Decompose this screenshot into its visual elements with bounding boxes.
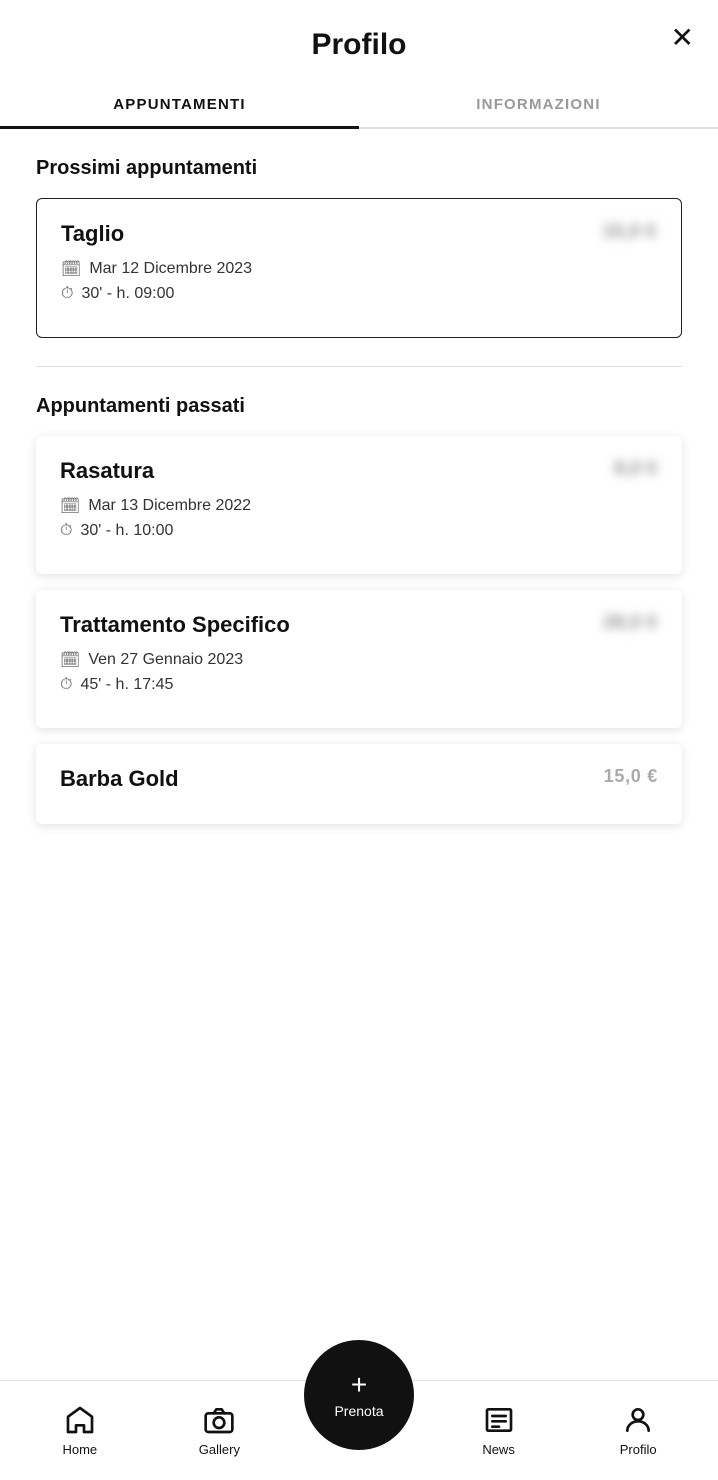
card-header-1: Trattamento Specifico 28,0 € [60, 612, 658, 638]
tab-informazioni[interactable]: INFORMAZIONI [359, 78, 718, 127]
calendar-icon-1: 🗓 [60, 650, 80, 670]
nav-item-news[interactable]: News [429, 1404, 569, 1457]
news-icon [483, 1404, 515, 1436]
card-header-0: Rasatura 8,0 € [60, 458, 658, 484]
past-appt-card-0[interactable]: Rasatura 8,0 € 🗓 Mar 13 Dicembre 2022 ⏱ … [36, 436, 682, 574]
appt-date-1: Ven 27 Gennaio 2023 [88, 651, 243, 669]
fab-label: Prenota [334, 1403, 383, 1419]
appt-name-0: Rasatura [60, 458, 154, 484]
upcoming-appt-card-0[interactable]: Taglio 15,0 € 🗓 Mar 12 Dicembre 2023 ⏱ 3… [36, 198, 682, 338]
card-header: Taglio 15,0 € [61, 221, 657, 247]
appt-time-0: 30' - h. 10:00 [80, 522, 173, 540]
past-appt-card-1[interactable]: Trattamento Specifico 28,0 € 🗓 Ven 27 Ge… [36, 590, 682, 728]
calendar-icon-0: 🗓 [60, 496, 80, 516]
tabs-bar: APPUNTAMENTI INFORMAZIONI [0, 78, 718, 129]
appt-name-2: Barba Gold [60, 766, 179, 792]
appt-time-row-0: ⏱ 30' - h. 10:00 [60, 522, 658, 540]
nav-label-home: Home [62, 1442, 97, 1457]
nav-label-gallery: Gallery [199, 1442, 240, 1457]
nav-label-profilo: Profilo [620, 1442, 657, 1457]
appt-date-row-0: 🗓 Mar 13 Dicembre 2022 [60, 496, 658, 516]
page-title: Profilo [312, 28, 407, 62]
nav-label-news: News [482, 1442, 515, 1457]
appt-price-0: 8,0 € [614, 458, 658, 479]
divider [36, 366, 682, 367]
appt-price-1: 28,0 € [604, 612, 658, 633]
nav-item-profilo[interactable]: Profilo [568, 1404, 708, 1457]
tab-appuntamenti[interactable]: APPUNTAMENTI [0, 78, 359, 127]
fab-plus-icon: + [351, 1371, 367, 1399]
appt-price: 15,0 € [603, 221, 657, 242]
camera-icon [203, 1404, 235, 1436]
past-title: Appuntamenti passati [36, 395, 682, 418]
appt-time-1: 45' - h. 17:45 [80, 676, 173, 694]
appt-date-0: Mar 13 Dicembre 2022 [88, 497, 251, 515]
header: Profilo ✕ [0, 0, 718, 78]
upcoming-section: Prossimi appuntamenti Taglio 15,0 € 🗓 Ma… [36, 157, 682, 338]
appt-date: Mar 12 Dicembre 2023 [89, 260, 252, 278]
clock-icon-1: ⏱ [60, 676, 72, 694]
appt-date-row: 🗓 Mar 12 Dicembre 2023 [61, 259, 657, 279]
past-section: Appuntamenti passati Rasatura 8,0 € 🗓 Ma… [36, 395, 682, 824]
home-icon [64, 1404, 96, 1436]
clock-icon: ⏱ [61, 285, 73, 303]
appt-name-1: Trattamento Specifico [60, 612, 290, 638]
close-button[interactable]: ✕ [671, 24, 694, 52]
appt-name: Taglio [61, 221, 124, 247]
appt-time-row-1: ⏱ 45' - h. 17:45 [60, 676, 658, 694]
appt-price-2: 15,0 € [604, 766, 658, 787]
person-icon [622, 1404, 654, 1436]
clock-icon-0: ⏱ [60, 522, 72, 540]
past-appt-card-2[interactable]: Barba Gold 15,0 € [36, 744, 682, 824]
prenota-fab[interactable]: + Prenota [304, 1340, 414, 1450]
appt-time-row: ⏱ 30' - h. 09:00 [61, 285, 657, 303]
calendar-icon: 🗓 [61, 259, 81, 279]
nav-item-gallery[interactable]: Gallery [150, 1404, 290, 1457]
upcoming-title: Prossimi appuntamenti [36, 157, 682, 180]
nav-item-home[interactable]: Home [10, 1404, 150, 1457]
card-header-2: Barba Gold 15,0 € [60, 766, 658, 792]
main-content: Prossimi appuntamenti Taglio 15,0 € 🗓 Ma… [0, 129, 718, 824]
appt-date-row-1: 🗓 Ven 27 Gennaio 2023 [60, 650, 658, 670]
appt-time: 30' - h. 09:00 [81, 285, 174, 303]
